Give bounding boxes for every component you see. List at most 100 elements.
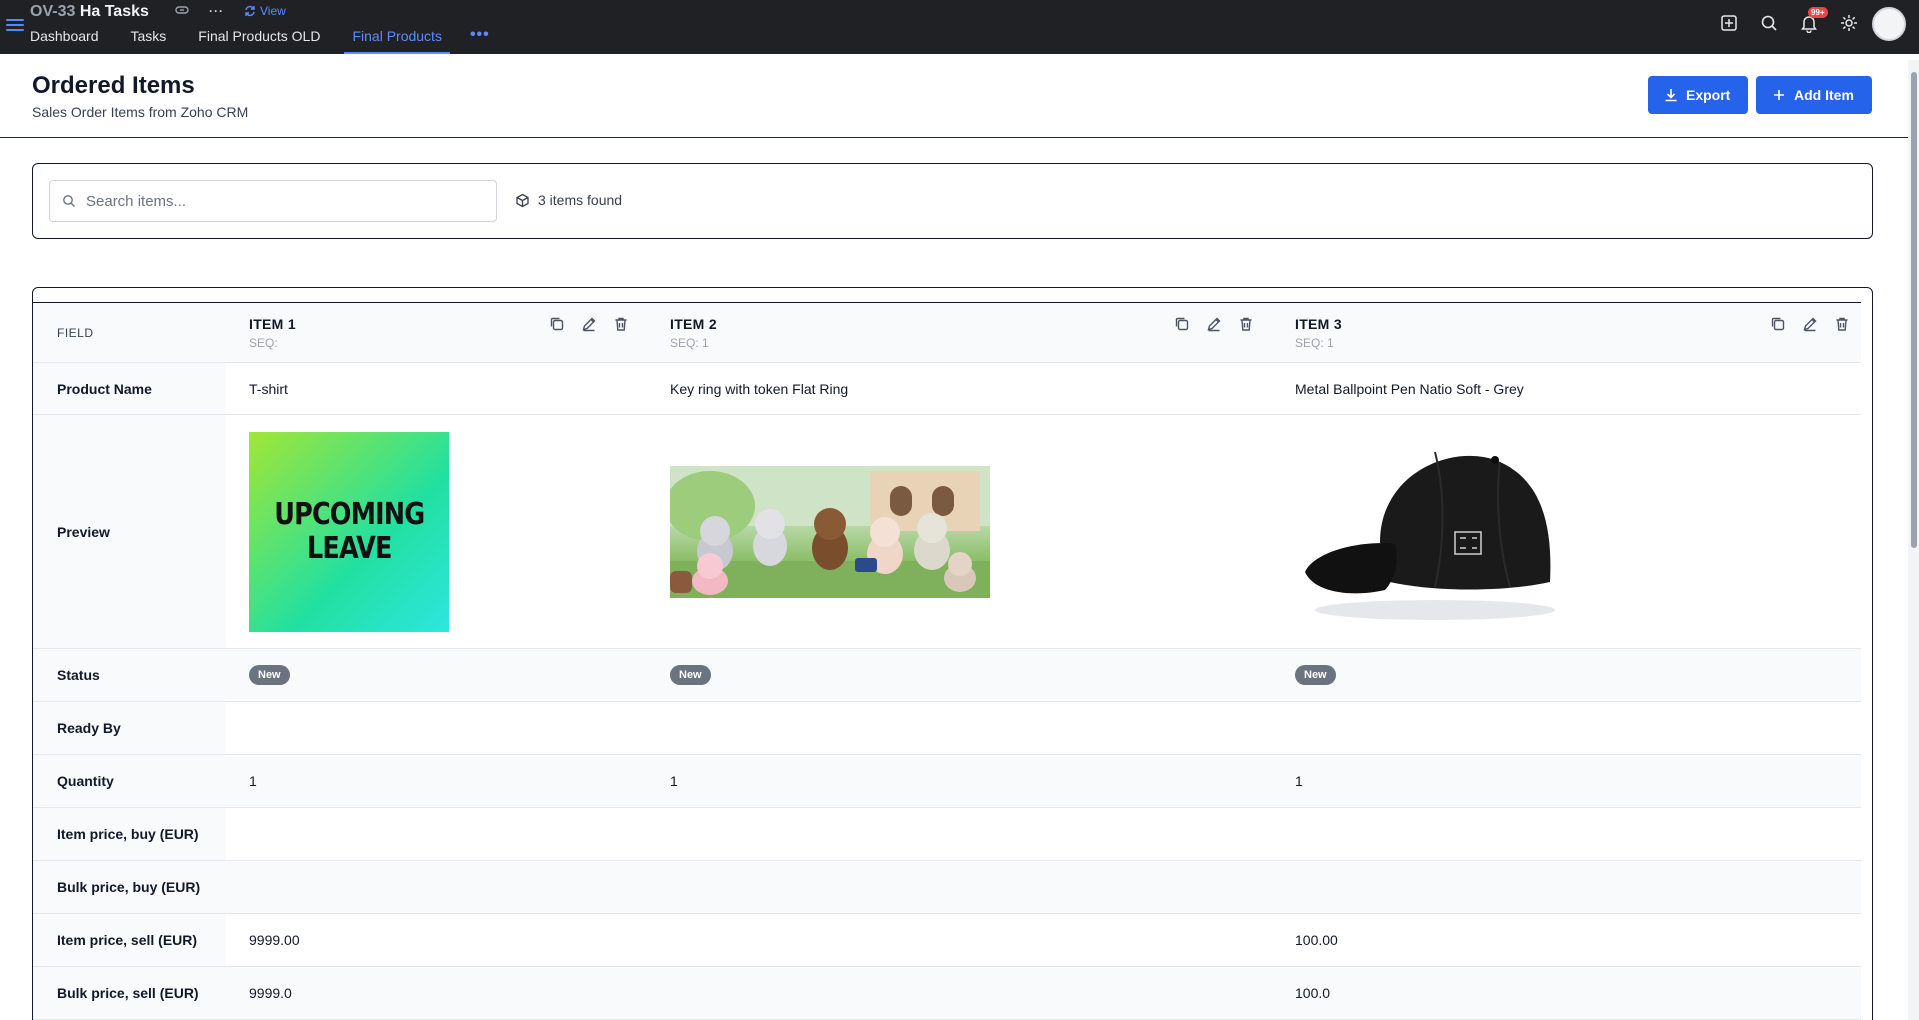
table-row-preview: Preview UPCOMING LEAVE — [33, 415, 1861, 649]
project-title: Ha Tasks — [79, 3, 149, 20]
app-title: OV-33 Ha Tasks — [30, 3, 149, 21]
preview-cell — [1271, 415, 1861, 648]
search-input[interactable] — [86, 192, 466, 210]
search-box[interactable] — [49, 180, 497, 222]
copy-icon[interactable] — [1769, 315, 1787, 333]
sync-icon — [245, 5, 255, 17]
nav-tabs: Dashboard Tasks Final Products OLD Final… — [22, 26, 494, 54]
table-row-item-price-buy: Item price, buy (EUR) — [33, 808, 1861, 861]
table-cell: 1 — [225, 755, 646, 807]
table-cell: 1 — [646, 755, 1271, 807]
item-3-header: ITEM 3 SEQ: 1 — [1271, 303, 1861, 362]
item-seq: SEQ: 1 — [670, 335, 709, 350]
status-badge: New — [1295, 665, 1336, 685]
table-cell — [225, 702, 646, 754]
table-row-quantity: Quantity 1 1 1 — [33, 755, 1861, 808]
add-item-button[interactable]: Add Item — [1756, 76, 1872, 114]
item-title: ITEM 2 — [670, 315, 717, 332]
more-options-icon[interactable]: ··· — [209, 4, 224, 18]
search-icon — [63, 195, 75, 207]
item-1-actions — [548, 315, 630, 333]
top-icons: 99+ — [1719, 7, 1859, 34]
top-bar: OV-33 Ha Tasks ··· View Dashboard Tasks … — [0, 0, 1919, 54]
avatar[interactable] — [1872, 7, 1906, 41]
box-icon — [516, 193, 529, 207]
preview-image-plush-figures[interactable] — [670, 465, 990, 598]
item-seq: SEQ: 1 — [1295, 335, 1334, 350]
field-label: Product Name — [33, 363, 225, 414]
download-icon — [1665, 89, 1677, 102]
trash-icon[interactable] — [612, 315, 630, 333]
page-subtitle: Sales Order Items from Zoho CRM — [32, 104, 249, 120]
field-label: Item price, sell (EUR) — [33, 914, 225, 966]
preview-image-upcoming-leave[interactable]: UPCOMING LEAVE — [249, 431, 449, 632]
bell-icon[interactable]: 99+ — [1799, 7, 1828, 34]
field-label: Status — [33, 649, 225, 701]
tab-final-products[interactable]: Final Products — [344, 26, 450, 54]
copy-icon[interactable] — [1173, 315, 1191, 333]
copy-icon[interactable] — [548, 315, 566, 333]
edit-icon[interactable] — [1205, 315, 1223, 333]
tab-final-products-old[interactable]: Final Products OLD — [190, 26, 328, 52]
table-cell: New — [1271, 649, 1861, 701]
table-cell — [1271, 808, 1861, 860]
table-cell: Metal Ballpoint Pen Natio Soft - Grey — [1295, 380, 1524, 397]
item-3-actions — [1769, 315, 1851, 333]
more-tabs-icon[interactable]: ••• — [466, 26, 494, 44]
page-scrollbar[interactable] — [1908, 60, 1919, 1020]
table-cell — [646, 702, 1271, 754]
table-cell — [646, 861, 1271, 913]
add-item-label: Add Item — [1794, 87, 1854, 103]
add-square-icon[interactable] — [1719, 13, 1739, 33]
field-label: Ready By — [33, 702, 225, 754]
trash-icon[interactable] — [1237, 315, 1255, 333]
table-row-item-price-sell: Item price, sell (EUR) 9999.00 100.00 — [33, 914, 1861, 967]
field-label: Item price, buy (EUR) — [33, 808, 225, 860]
item-2-actions — [1173, 315, 1255, 333]
items-table: FIELD ITEM 1 SEQ: ITEM 2 SEQ: 1 ITEM 3 S… — [33, 302, 1861, 1020]
project-code: OV-33 — [30, 3, 76, 20]
plus-icon — [1774, 90, 1784, 100]
item-seq: SEQ: — [249, 335, 278, 350]
link-icon[interactable] — [175, 4, 189, 18]
table-cell — [225, 808, 646, 860]
item-title: ITEM 1 — [249, 315, 296, 332]
table-cell: New — [225, 649, 646, 701]
preview-image-black-cap[interactable] — [1295, 432, 1575, 632]
item-1-header: ITEM 1 SEQ: — [225, 303, 646, 362]
table-row-bulk-price-buy: Bulk price, buy (EUR) — [33, 861, 1861, 914]
table-row-ready-by: Ready By — [33, 702, 1861, 755]
page-title: Ordered Items — [32, 72, 195, 99]
table-header-row: FIELD ITEM 1 SEQ: ITEM 2 SEQ: 1 ITEM 3 S… — [33, 303, 1861, 363]
table-row-bulk-price-sell: Bulk price, sell (EUR) 9999.0 100.0 — [33, 967, 1861, 1020]
table-cell — [646, 967, 1271, 1019]
table-cell: 1 — [1271, 755, 1861, 807]
items-found: 3 items found — [515, 192, 622, 208]
preview-image-text: UPCOMING LEAVE — [273, 496, 425, 566]
table-cell: 100.00 — [1295, 932, 1338, 948]
search-icon[interactable] — [1759, 13, 1779, 33]
field-label: Preview — [33, 415, 225, 648]
table-cell: Key ring with token Flat Ring — [670, 380, 849, 397]
edit-icon[interactable] — [1801, 315, 1819, 333]
edit-icon[interactable] — [580, 315, 598, 333]
search-card: 3 items found — [32, 163, 1873, 239]
table-cell — [646, 808, 1271, 860]
notification-badge: 99+ — [1808, 7, 1828, 18]
status-badge: New — [249, 665, 290, 685]
export-button[interactable]: Export — [1648, 76, 1748, 114]
tab-dashboard[interactable]: Dashboard — [22, 26, 107, 52]
status-badge: New — [670, 665, 711, 685]
table-cell — [225, 861, 646, 913]
trash-icon[interactable] — [1833, 315, 1851, 333]
table-cell: T-shirt — [249, 380, 288, 397]
gear-icon[interactable] — [1839, 13, 1859, 33]
tab-tasks[interactable]: Tasks — [123, 26, 175, 52]
table-cell: 100.0 — [1271, 967, 1861, 1019]
export-label: Export — [1686, 87, 1731, 103]
item-2-header: ITEM 2 SEQ: 1 — [646, 303, 1271, 362]
preview-cell — [646, 415, 1271, 648]
scrollbar-thumb[interactable] — [1911, 72, 1917, 548]
view-link[interactable]: View — [244, 4, 286, 18]
table-cell: 9999.0 — [225, 967, 646, 1019]
